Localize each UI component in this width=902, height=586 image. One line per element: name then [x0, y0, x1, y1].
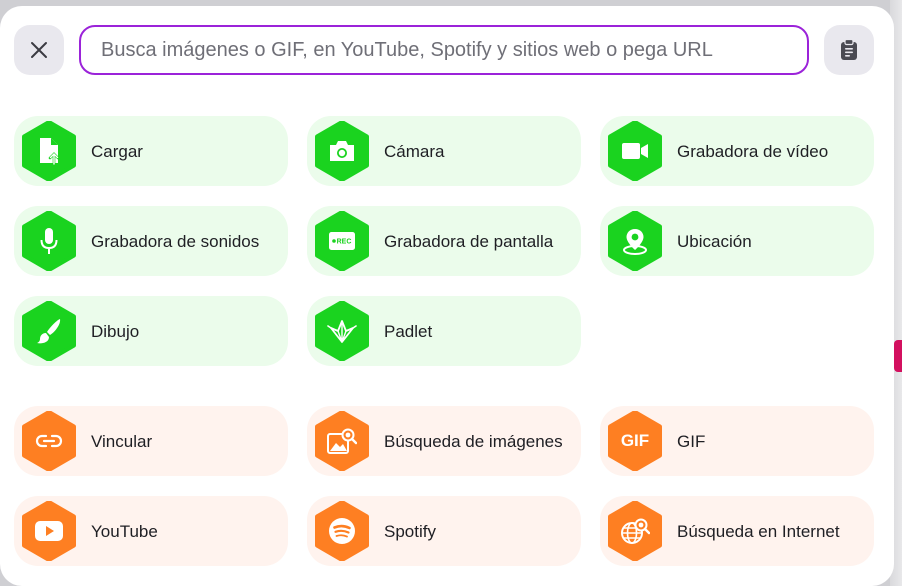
option-label: Grabadora de sonidos — [91, 232, 260, 251]
paste-button[interactable] — [824, 25, 874, 75]
option-label: Ubicación — [677, 232, 752, 251]
close-icon — [31, 42, 47, 58]
option-drawing[interactable]: Dibujo — [14, 296, 288, 366]
padlet-bird-icon — [327, 320, 357, 343]
search-input[interactable] — [79, 25, 809, 75]
backdrop-accent — [894, 340, 902, 372]
option-label: YouTube — [91, 522, 158, 541]
close-button[interactable] — [14, 25, 64, 75]
option-web-search[interactable]: Búsqueda en Internet — [600, 496, 874, 566]
hex-badge — [22, 411, 76, 471]
clipboard-icon — [841, 39, 857, 60]
hex-badge: REC — [315, 211, 369, 271]
option-screen-recorder[interactable]: REC Grabadora de pantalla — [307, 206, 581, 276]
option-video-recorder[interactable]: Grabadora de vídeo — [600, 116, 874, 186]
hex-badge — [22, 121, 76, 181]
option-youtube[interactable]: YouTube — [14, 496, 288, 566]
image-search-icon — [327, 428, 357, 454]
option-label: Grabadora de pantalla — [384, 232, 554, 251]
option-padlet[interactable]: Padlet — [307, 296, 581, 366]
screen-record-icon: REC — [329, 232, 355, 250]
option-location[interactable]: Ubicación — [600, 206, 874, 276]
option-link[interactable]: Vincular — [14, 406, 288, 476]
option-label: Cámara — [384, 142, 445, 161]
hex-badge — [608, 211, 662, 271]
option-label: Búsqueda de imágenes — [384, 432, 563, 451]
spotify-icon — [329, 518, 355, 544]
option-label: Vincular — [91, 432, 153, 451]
camera-icon — [330, 141, 354, 161]
svg-text:REC: REC — [337, 239, 352, 246]
hex-badge: GIF — [608, 411, 662, 471]
microphone-icon — [40, 228, 58, 254]
option-camera[interactable]: Cámara — [307, 116, 581, 186]
option-label: Cargar — [91, 142, 143, 161]
hex-badge — [315, 411, 369, 471]
paintbrush-icon — [37, 319, 61, 344]
youtube-icon — [35, 521, 63, 541]
option-spotify[interactable]: Spotify — [307, 496, 581, 566]
option-gif[interactable]: GIF GIF — [600, 406, 874, 476]
link-icon — [35, 434, 63, 448]
option-label: Spotify — [384, 522, 436, 541]
hex-badge — [315, 121, 369, 181]
hex-badge — [608, 501, 662, 561]
hex-badge — [22, 301, 76, 361]
hex-badge — [22, 501, 76, 561]
hex-badge — [315, 501, 369, 561]
option-label: Dibujo — [91, 322, 140, 341]
hex-badge — [608, 121, 662, 181]
gif-icon: GIF — [620, 431, 650, 450]
option-label: Grabadora de vídeo — [677, 142, 829, 161]
attachment-picker-panel: Cargar Cámara — [0, 6, 894, 586]
option-label: GIF — [677, 432, 706, 451]
option-sound-recorder[interactable]: Grabadora de sonidos — [14, 206, 288, 276]
hex-badge — [22, 211, 76, 271]
option-upload[interactable]: Cargar — [14, 116, 288, 186]
web-search-icon — [621, 518, 650, 544]
picker-topbar — [0, 6, 894, 94]
option-image-search[interactable]: Búsqueda de imágenes — [307, 406, 581, 476]
location-pin-icon — [623, 229, 647, 255]
option-label: Búsqueda en Internet — [677, 522, 840, 541]
option-label: Padlet — [384, 322, 433, 341]
upload-file-icon — [40, 138, 60, 165]
video-camera-icon — [622, 143, 648, 159]
hex-badge — [315, 301, 369, 361]
